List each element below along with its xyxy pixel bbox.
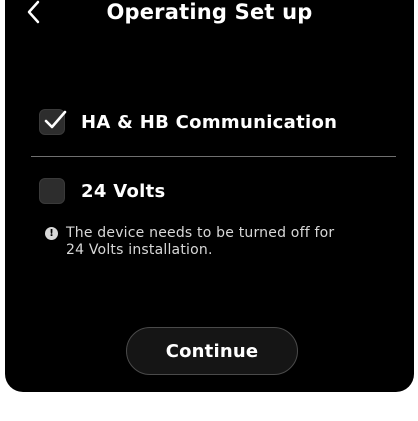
24-volts-checkbox[interactable] — [39, 178, 65, 204]
checkmark-icon — [44, 110, 67, 129]
24-volts-option[interactable]: 24 Volts — [39, 177, 166, 205]
app-screen: Operating Set up HA & HB Communication 2… — [0, 0, 418, 421]
info-text-line-1: The device needs to be turned off for — [66, 225, 335, 241]
ha-hb-communication-option[interactable]: HA & HB Communication — [39, 108, 337, 136]
divider — [31, 156, 396, 157]
info-message: ! The device needs to be turned off for … — [45, 225, 385, 259]
ha-hb-communication-label: HA & HB Communication — [81, 111, 338, 133]
page-title: Operating Set up — [106, 0, 313, 24]
24-volts-label: 24 Volts — [81, 180, 166, 202]
ha-hb-communication-checkbox[interactable] — [39, 109, 67, 135]
continue-button[interactable]: Continue — [126, 327, 298, 375]
info-text: The device needs to be turned off for 24… — [66, 225, 334, 259]
info-text-line-2: 24 Volts installation. — [66, 242, 213, 258]
info-icon: ! — [45, 227, 58, 240]
operating-setup-panel: Operating Set up HA & HB Communication 2… — [5, 0, 414, 392]
